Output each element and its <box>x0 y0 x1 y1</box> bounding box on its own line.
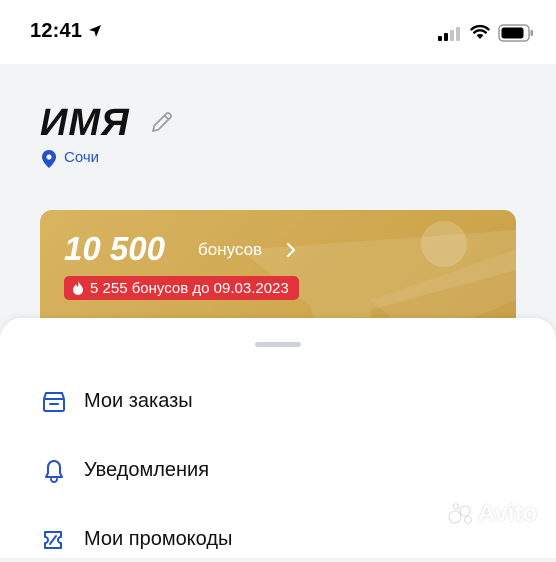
menu-item-orders[interactable]: Мои заказы <box>0 380 556 424</box>
profile-city[interactable]: Сочи <box>64 149 99 166</box>
menu-item-label: Уведомления <box>84 459 210 481</box>
map-pin-icon <box>42 150 56 168</box>
profile-name: ИМЯ <box>40 102 130 144</box>
menu-item-label: Мои заказы <box>84 390 193 412</box>
cellular-signal-icon <box>438 27 460 41</box>
watermark-text: Avito <box>478 500 538 527</box>
avito-logo-icon <box>448 503 472 524</box>
wifi-icon <box>470 24 490 39</box>
bell-icon <box>45 460 63 483</box>
pencil-icon[interactable] <box>150 110 174 134</box>
battery-icon <box>498 24 533 42</box>
bonus-label: бонусов <box>198 240 263 259</box>
chevron-right-icon <box>286 242 296 258</box>
status-time: 12:41 <box>30 20 83 42</box>
expiring-bonus-badge: 5 255 бонусов до 09.03.2023 <box>64 276 299 300</box>
avito-watermark: Avito <box>448 500 537 528</box>
expiring-bonus-text: 5 255 бонусов до 09.03.2023 <box>90 279 289 297</box>
location-arrow-icon <box>89 25 101 37</box>
box-icon <box>43 392 65 412</box>
sheet-grabber[interactable] <box>255 342 301 347</box>
status-bar: 12:41 <box>0 0 556 64</box>
bonus-amount: 10 500 <box>64 230 165 267</box>
menu-item-notifications[interactable]: Уведомления <box>0 449 556 493</box>
flame-icon <box>73 281 83 295</box>
tag-icon <box>44 531 62 549</box>
